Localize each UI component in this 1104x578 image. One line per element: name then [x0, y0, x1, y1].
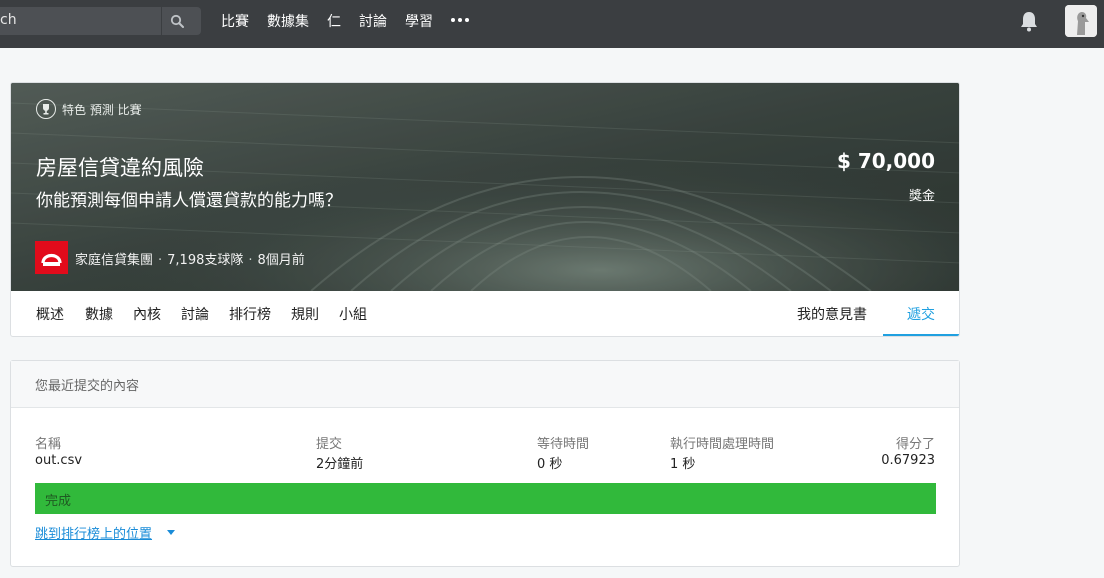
submission-exec: 1 秒	[670, 457, 696, 472]
competition-title: 房屋信貸違約風險	[36, 156, 204, 180]
tab-submit[interactable]: 遞交	[907, 304, 935, 324]
host-logo[interactable]	[35, 241, 68, 274]
search-button[interactable]	[161, 7, 191, 35]
active-tab-indicator	[883, 334, 959, 336]
tab-my-submissions[interactable]: 我的意見書	[797, 304, 867, 324]
panel-header: 您最近提交的內容	[11, 361, 959, 408]
competition-banner: 特色 預測 比賽 房屋信貸違約風險 你能預測每個申請人償還貸款的能力嗎？ $ 7…	[11, 83, 959, 291]
search-icon	[170, 14, 184, 28]
competition-tag: 特色 預測 比賽	[36, 99, 142, 119]
caret-down-icon[interactable]	[167, 530, 175, 535]
nav-datasets[interactable]: 數據集	[267, 11, 309, 31]
nav-kernels[interactable]: 仁	[327, 11, 341, 31]
submission-time: 2分鐘前	[316, 457, 364, 472]
bell-icon[interactable]	[1019, 10, 1039, 32]
header-score: 得分了	[895, 437, 935, 452]
tab-discussion[interactable]: 討論	[181, 304, 209, 324]
header-wait-time: 等待時間	[537, 437, 590, 452]
tab-data[interactable]: 數據	[85, 304, 113, 324]
top-nav: ch 比賽 數據集 仁 討論 學習	[0, 0, 1104, 48]
header-execution-time: 執行時間處理時間	[670, 437, 775, 452]
header-submitted: 提交	[316, 437, 343, 452]
tab-rules[interactable]: 規則	[291, 304, 319, 324]
competition-card: 特色 預測 比賽 房屋信貸違約風險 你能預測每個申請人償還貸款的能力嗎？ $ 7…	[10, 82, 960, 337]
competition-subtitle: 你能預測每個申請人償還貸款的能力嗎？	[36, 191, 342, 211]
host-logo-icon	[35, 241, 68, 274]
header-name: 名稱	[35, 437, 62, 452]
competition-tabs: 概述 數據 內核 討論 排行榜 規則 小組 我的意見書 遞交	[11, 291, 959, 336]
trophy-icon	[36, 99, 56, 119]
nav-discussion[interactable]: 討論	[359, 11, 387, 31]
user-avatar[interactable]	[1065, 5, 1097, 37]
host-line: 家庭信貸集團 · 7,198支球隊 · 8個月前	[75, 253, 305, 268]
tab-team[interactable]: 小組	[339, 304, 367, 324]
recent-submission-panel: 您最近提交的內容 名稱 提交 等待時間 執行時間處理時間 得分了 out.csv…	[10, 360, 960, 567]
time-ago: 8個月前	[257, 253, 305, 268]
status-bar: 完成	[35, 483, 936, 514]
jump-to-leaderboard-link[interactable]: 跳到排行榜上的位置	[35, 523, 152, 542]
host-name[interactable]: 家庭信貸集團	[75, 253, 153, 268]
nav-learn[interactable]: 學習	[405, 11, 433, 31]
tab-leaderboard[interactable]: 排行榜	[229, 304, 271, 324]
search-input[interactable]: ch	[0, 7, 201, 35]
panel-title: 您最近提交的內容	[35, 379, 140, 394]
tab-overview[interactable]: 概述	[36, 304, 64, 324]
submission-wait: 0 秒	[537, 457, 563, 472]
nav-competitions[interactable]: 比賽	[221, 11, 249, 31]
competition-tag-label: 特色 預測 比賽	[62, 102, 142, 117]
prize-amount: $ 70,000	[836, 149, 935, 173]
more-icon[interactable]	[451, 18, 469, 23]
team-count[interactable]: 7,198支球隊	[167, 253, 243, 268]
submission-filename: out.csv	[35, 453, 83, 468]
tab-kernels[interactable]: 內核	[133, 304, 161, 324]
prize-label: 獎金	[908, 189, 935, 204]
avatar-image	[1065, 5, 1097, 37]
submission-score: 0.67923	[881, 453, 935, 468]
search-input-text[interactable]: ch	[0, 12, 17, 28]
status-text: 完成	[45, 494, 72, 509]
